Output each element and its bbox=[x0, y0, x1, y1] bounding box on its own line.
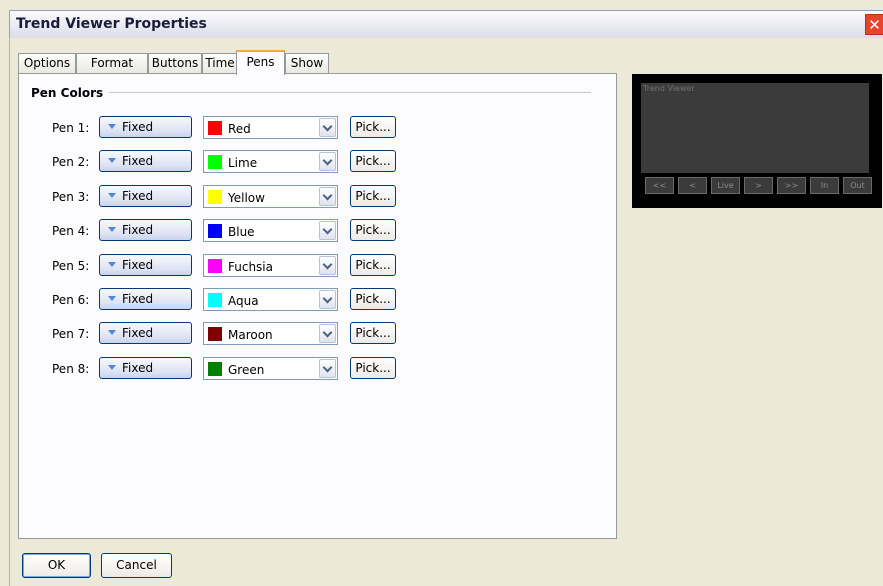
pen-color-select[interactable]: Blue bbox=[203, 219, 338, 242]
pick-color-button[interactable]: Pick... bbox=[350, 219, 396, 241]
pen-color-select[interactable]: Yellow bbox=[203, 185, 338, 208]
chevron-down-icon[interactable] bbox=[319, 359, 336, 378]
pen-mode-label: Fixed bbox=[122, 292, 154, 306]
color-swatch bbox=[208, 259, 222, 273]
pen-label: Pen 2: bbox=[52, 155, 90, 169]
chevron-down-icon[interactable] bbox=[319, 152, 336, 171]
pick-color-button[interactable]: Pick... bbox=[350, 357, 396, 379]
pen-mode-button[interactable]: Fixed bbox=[99, 185, 192, 207]
pen-mode-button[interactable]: Fixed bbox=[99, 357, 192, 379]
preview-button-forward: > bbox=[744, 177, 773, 194]
dropdown-arrow-icon bbox=[108, 227, 116, 232]
preview-button-bar: << < Live > >> In Out bbox=[641, 177, 873, 194]
tab-time[interactable]: Time bbox=[202, 53, 238, 74]
color-name: Green bbox=[228, 363, 265, 377]
pick-color-button[interactable]: Pick... bbox=[350, 150, 396, 172]
chevron-down-icon[interactable] bbox=[319, 290, 336, 309]
preview-button-zoom-in: In bbox=[810, 177, 839, 194]
plot-title: Trend Viewer bbox=[643, 84, 695, 93]
preview-button-rewind-fast: << bbox=[645, 177, 674, 194]
dropdown-arrow-icon bbox=[108, 124, 116, 129]
color-swatch bbox=[208, 293, 222, 307]
color-swatch bbox=[208, 327, 222, 341]
preview-button-live: Live bbox=[711, 177, 740, 194]
ok-button[interactable]: OK bbox=[22, 553, 91, 578]
pen-color-select[interactable]: Red bbox=[203, 116, 338, 139]
pen-color-select[interactable]: Maroon bbox=[203, 322, 338, 345]
trend-viewer-properties-dialog: Trend Viewer Properties ✕ Options Format… bbox=[0, 0, 883, 586]
title-bar: Trend Viewer Properties ✕ bbox=[9, 10, 883, 38]
tab-format[interactable]: Format bbox=[76, 53, 148, 74]
pen-mode-button[interactable]: Fixed bbox=[99, 116, 192, 138]
dropdown-arrow-icon bbox=[108, 330, 116, 335]
dropdown-arrow-icon bbox=[108, 296, 116, 301]
pen-label: Pen 3: bbox=[52, 190, 90, 204]
tab-pens[interactable]: Pens bbox=[236, 50, 285, 75]
pen-mode-label: Fixed bbox=[122, 189, 154, 203]
pen-color-select[interactable]: Lime bbox=[203, 150, 338, 173]
color-name: Red bbox=[228, 122, 251, 136]
color-name: Maroon bbox=[228, 328, 273, 342]
pick-color-button[interactable]: Pick... bbox=[350, 185, 396, 207]
pen-mode-label: Fixed bbox=[122, 154, 154, 168]
pen-color-select[interactable]: Green bbox=[203, 357, 338, 380]
dropdown-arrow-icon bbox=[108, 158, 116, 163]
pen-label: Pen 8: bbox=[52, 362, 90, 376]
window-title: Trend Viewer Properties bbox=[16, 16, 207, 32]
dropdown-arrow-icon bbox=[108, 193, 116, 198]
close-icon[interactable]: ✕ bbox=[865, 14, 883, 35]
pen-colors-group-title: Pen Colors bbox=[31, 86, 110, 100]
cancel-button[interactable]: Cancel bbox=[101, 553, 172, 578]
color-name: Aqua bbox=[228, 294, 259, 308]
pen-mode-label: Fixed bbox=[122, 120, 154, 134]
chevron-down-icon[interactable] bbox=[319, 187, 336, 206]
dropdown-arrow-icon bbox=[108, 365, 116, 370]
chevron-down-icon[interactable] bbox=[319, 256, 336, 275]
pen-mode-label: Fixed bbox=[122, 258, 154, 272]
color-name: Blue bbox=[228, 225, 255, 239]
pen-mode-button[interactable]: Fixed bbox=[99, 150, 192, 172]
pen-mode-label: Fixed bbox=[122, 361, 154, 375]
pen-mode-button[interactable]: Fixed bbox=[99, 219, 192, 241]
chevron-down-icon[interactable] bbox=[319, 324, 336, 343]
preview-button-rewind: < bbox=[678, 177, 707, 194]
tab-buttons[interactable]: Buttons bbox=[148, 53, 202, 74]
pen-mode-button[interactable]: Fixed bbox=[99, 322, 192, 344]
color-swatch bbox=[208, 224, 222, 238]
pick-color-button[interactable]: Pick... bbox=[350, 322, 396, 344]
pen-label: Pen 5: bbox=[52, 259, 90, 273]
tab-options[interactable]: Options bbox=[18, 53, 76, 74]
color-swatch bbox=[208, 190, 222, 204]
color-name: Lime bbox=[228, 156, 258, 170]
preview-button-zoom-out: Out bbox=[843, 177, 872, 194]
color-swatch bbox=[208, 362, 222, 376]
pen-label: Pen 4: bbox=[52, 224, 90, 238]
pen-label: Pen 1: bbox=[52, 121, 90, 135]
pick-color-button[interactable]: Pick... bbox=[350, 116, 396, 138]
pens-panel: Pen Colors Pen 1: Fixed Red Pick... Pen … bbox=[18, 73, 617, 539]
pen-mode-label: Fixed bbox=[122, 223, 154, 237]
group-divider bbox=[105, 92, 591, 93]
dropdown-arrow-icon bbox=[108, 262, 116, 267]
tab-show[interactable]: Show bbox=[285, 53, 329, 74]
preview-button-forward-fast: >> bbox=[777, 177, 806, 194]
pen-color-select[interactable]: Fuchsia bbox=[203, 254, 338, 277]
pen-mode-button[interactable]: Fixed bbox=[99, 288, 192, 310]
color-swatch bbox=[208, 155, 222, 169]
chevron-down-icon[interactable] bbox=[319, 118, 336, 137]
pen-label: Pen 7: bbox=[52, 327, 90, 341]
pick-color-button[interactable]: Pick... bbox=[350, 254, 396, 276]
pen-label: Pen 6: bbox=[52, 293, 90, 307]
pen-mode-button[interactable]: Fixed bbox=[99, 254, 192, 276]
pen-mode-label: Fixed bbox=[122, 326, 154, 340]
color-name: Fuchsia bbox=[228, 260, 273, 274]
pen-color-select[interactable]: Aqua bbox=[203, 288, 338, 311]
color-name: Yellow bbox=[228, 191, 265, 205]
color-swatch bbox=[208, 121, 222, 135]
chevron-down-icon[interactable] bbox=[319, 221, 336, 240]
trend-preview: Trend Viewer << < Live > >> In Out bbox=[632, 74, 882, 208]
trend-plot-area: Trend Viewer bbox=[641, 83, 869, 173]
pick-color-button[interactable]: Pick... bbox=[350, 288, 396, 310]
